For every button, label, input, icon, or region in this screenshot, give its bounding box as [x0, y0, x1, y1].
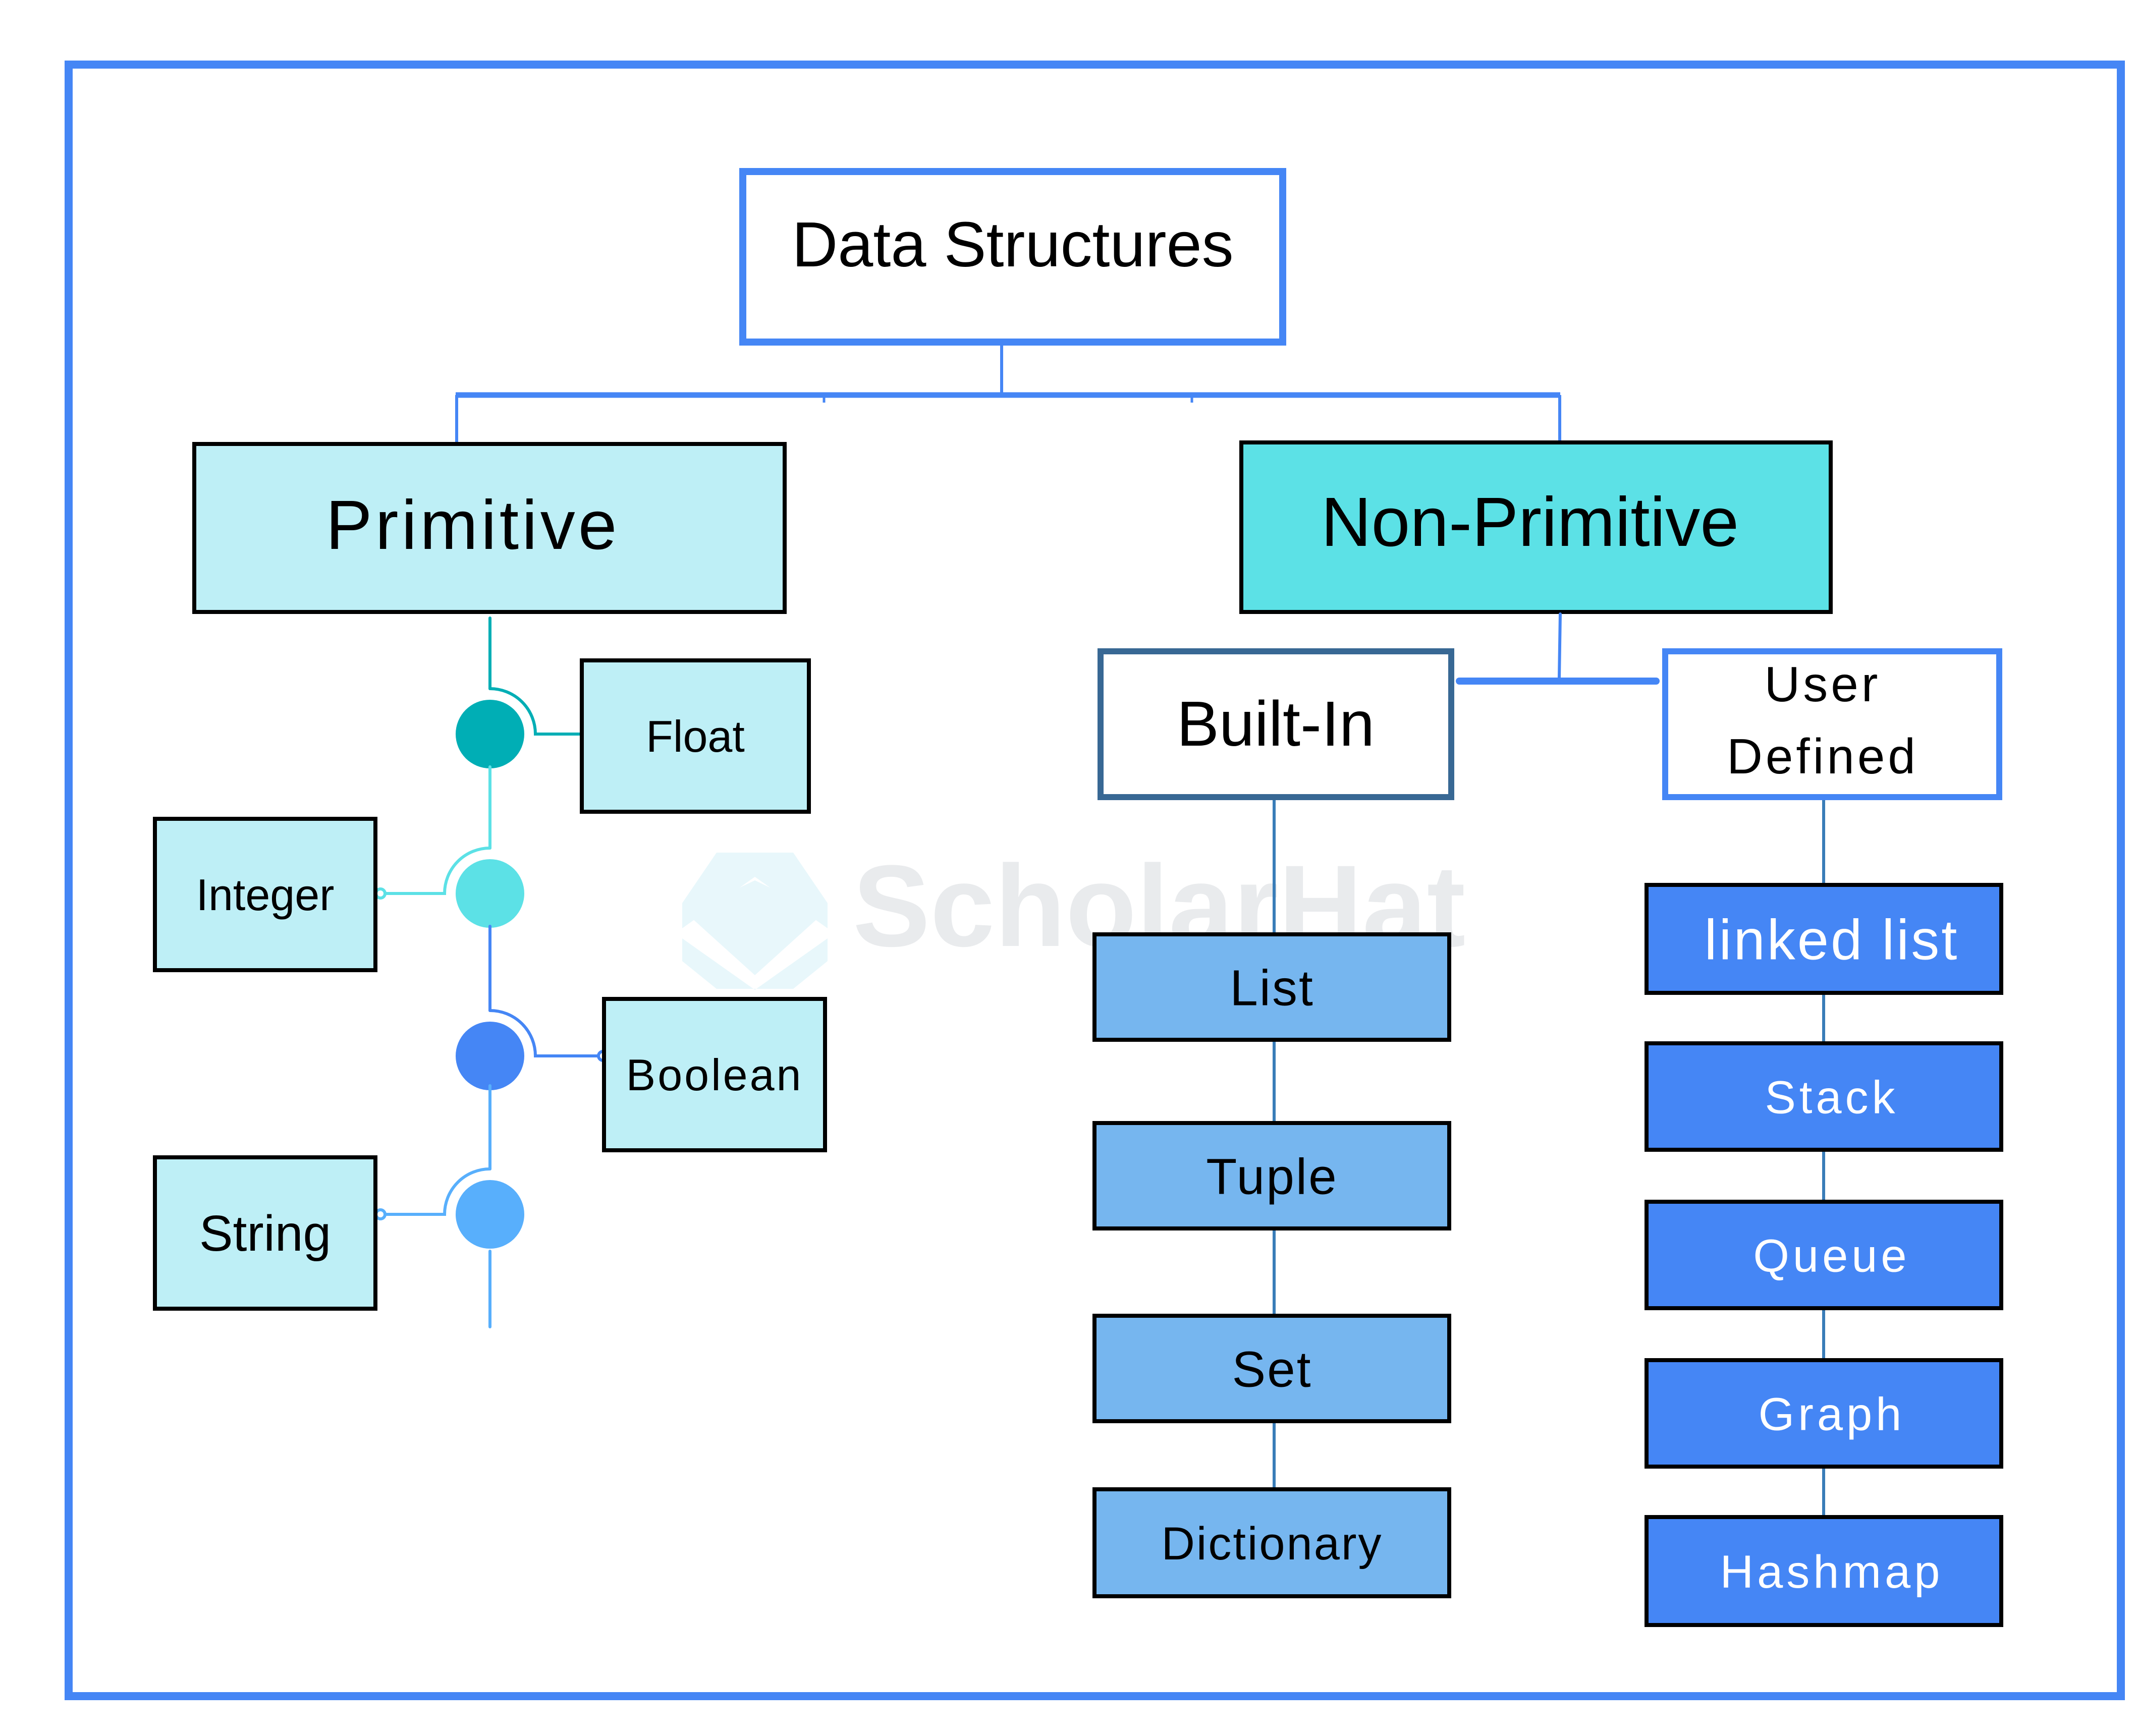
data-structures-diagram: ScholarHat Data Structures Primitive Non… [65, 61, 2125, 1700]
primitive-item-label: Boolean [626, 1050, 803, 1100]
user-defined-label-line2: Defined [1727, 729, 1919, 784]
primitive-item-boolean[interactable]: Boolean [602, 997, 827, 1152]
root-connectors [455, 344, 1561, 442]
user-defined-item-label: Stack [1765, 1072, 1898, 1124]
timeline-dot-icon [456, 700, 524, 768]
non-primitive-label: Non-Primitive [1321, 483, 1739, 561]
primitive-node[interactable]: Primitive [192, 442, 787, 614]
timeline-dot-icon [456, 1180, 524, 1249]
primitive-timeline [374, 617, 609, 1328]
built-in-item-set[interactable]: Set [1092, 1314, 1451, 1423]
np-stem [1558, 612, 1562, 679]
root-label: Data Structures [792, 209, 1233, 280]
user-defined-item-label: Queue [1753, 1230, 1910, 1282]
root-node[interactable]: Data Structures [739, 168, 1286, 346]
user-defined-item-queue[interactable]: Queue [1645, 1200, 2003, 1310]
timeline-dot-icon [456, 859, 524, 928]
built-in-item-label: Tuple [1206, 1149, 1338, 1205]
timeline-dot-icon [456, 1022, 524, 1090]
built-in-label: Built-In [1177, 688, 1375, 759]
user-defined-label-line1: User [1765, 656, 1881, 712]
built-in-item-dictionary[interactable]: Dictionary [1092, 1487, 1451, 1598]
user-defined-list: linked list Stack Queue Graph Hashmap [1645, 800, 2003, 1627]
built-in-item-label: Set [1232, 1341, 1312, 1398]
user-defined-item-label: Graph [1759, 1389, 1905, 1440]
built-in-node[interactable]: Built-In [1098, 648, 1454, 800]
non-primitive-connectors [1456, 612, 1660, 685]
primitive-item-float[interactable]: Float [580, 658, 811, 814]
built-in-item-label: Dictionary [1161, 1518, 1383, 1570]
built-in-item-tuple[interactable]: Tuple [1092, 1121, 1451, 1230]
user-defined-item-label: linked list [1705, 908, 1959, 971]
user-defined-item-stack[interactable]: Stack [1645, 1041, 2003, 1152]
primitive-item-label: Float [646, 711, 745, 761]
user-defined-item-label: Hashmap [1720, 1546, 1944, 1598]
primitive-item-integer[interactable]: Integer [153, 817, 377, 972]
primitive-item-string[interactable]: String [153, 1155, 377, 1311]
user-defined-item-hashmap[interactable]: Hashmap [1645, 1515, 2003, 1627]
user-defined-item-linked-list[interactable]: linked list [1645, 883, 2003, 995]
user-defined-item-graph[interactable]: Graph [1645, 1358, 2003, 1469]
non-primitive-node[interactable]: Non-Primitive [1239, 440, 1833, 614]
built-in-item-label: List [1230, 960, 1314, 1017]
primitive-label: Primitive [325, 486, 620, 564]
user-defined-node[interactable]: User Defined [1662, 648, 2002, 800]
primitive-item-label: String [199, 1205, 331, 1262]
scholarhat-logo-icon [682, 853, 828, 990]
primitive-item-label: Integer [196, 870, 335, 920]
built-in-item-list[interactable]: List [1092, 932, 1451, 1042]
